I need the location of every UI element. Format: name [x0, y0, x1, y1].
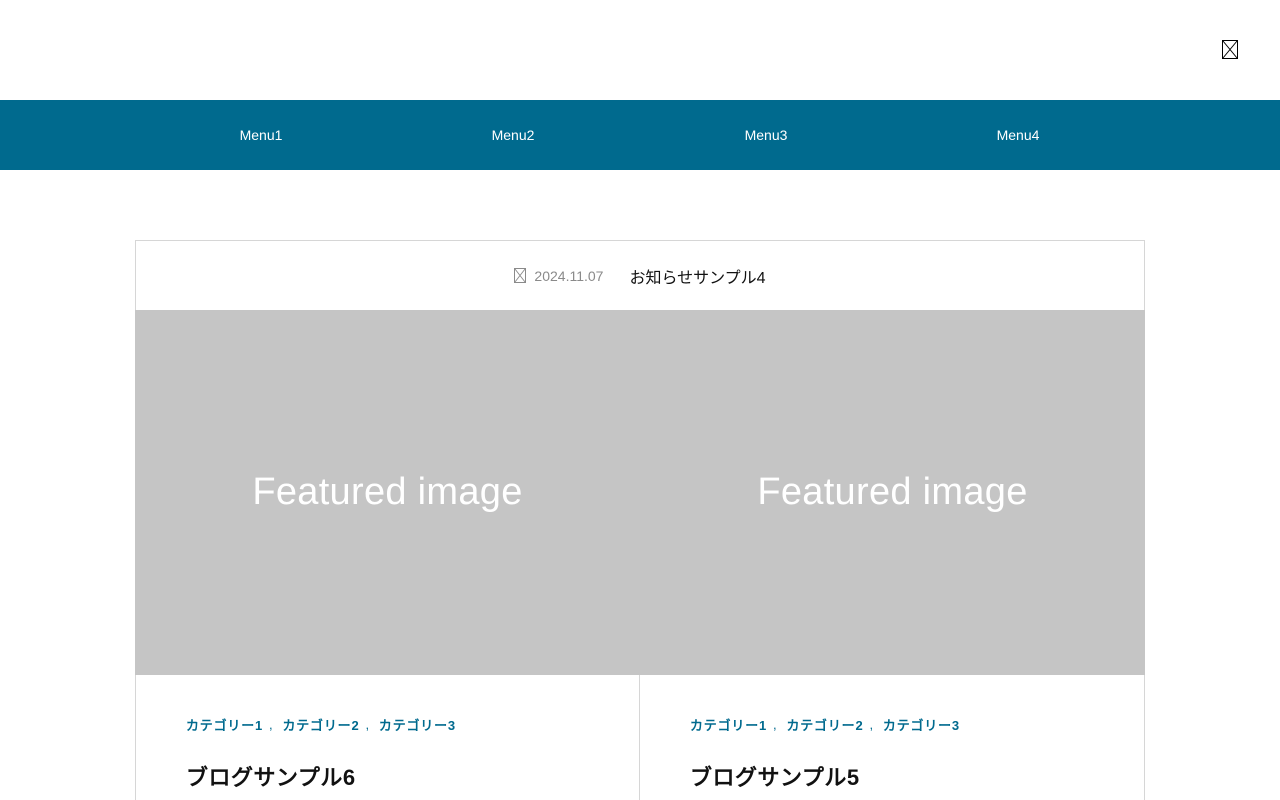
- category-link[interactable]: カテゴリー2: [786, 715, 863, 734]
- global-nav: Menu1 Menu2 Menu3 Menu4: [0, 100, 1280, 170]
- featured-image-label: Featured image: [252, 471, 523, 513]
- post-title[interactable]: ブログサンプル5: [690, 760, 860, 792]
- category-separator: ,: [773, 717, 778, 732]
- news-date: 2024.11.07: [534, 267, 604, 284]
- news-item: 2024.11.07 お知らせサンプル4: [514, 264, 766, 288]
- category-separator: ,: [365, 717, 370, 732]
- post-title[interactable]: ブログサンプル6: [186, 760, 356, 792]
- nav-item-menu1[interactable]: Menu1: [135, 100, 387, 170]
- nav-item-menu3[interactable]: Menu3: [640, 100, 892, 170]
- nav-item-menu2[interactable]: Menu2: [387, 100, 639, 170]
- post-categories: カテゴリー1 , カテゴリー2 , カテゴリー3: [690, 715, 960, 734]
- featured-image[interactable]: Featured image: [640, 310, 1145, 675]
- category-separator: ,: [269, 717, 274, 732]
- featured-image-label: Featured image: [757, 471, 1028, 513]
- news-title-link[interactable]: お知らせサンプル4: [629, 264, 765, 288]
- clock-icon: [514, 268, 527, 283]
- nav-item-menu4[interactable]: Menu4: [892, 100, 1144, 170]
- category-link[interactable]: カテゴリー1: [690, 715, 767, 734]
- category-link[interactable]: カテゴリー2: [282, 715, 359, 734]
- site-header: [0, 0, 1280, 100]
- category-link[interactable]: カテゴリー3: [883, 715, 960, 734]
- post-card[interactable]: Featured image カテゴリー1 , カテゴリー2 , カテゴリー3 …: [640, 310, 1145, 800]
- post-categories: カテゴリー1 , カテゴリー2 , カテゴリー3: [186, 715, 456, 734]
- category-separator: ,: [869, 717, 874, 732]
- news-bar: 2024.11.07 お知らせサンプル4: [135, 240, 1145, 310]
- category-link[interactable]: カテゴリー1: [186, 715, 263, 734]
- category-link[interactable]: カテゴリー3: [379, 715, 456, 734]
- featured-image[interactable]: Featured image: [135, 310, 640, 675]
- post-card[interactable]: Featured image カテゴリー1 , カテゴリー2 , カテゴリー3 …: [135, 310, 640, 800]
- menu-toggle-icon[interactable]: [1222, 40, 1238, 59]
- post-grid: Featured image カテゴリー1 , カテゴリー2 , カテゴリー3 …: [135, 310, 1145, 800]
- broken-glyph-icon: [1223, 41, 1237, 58]
